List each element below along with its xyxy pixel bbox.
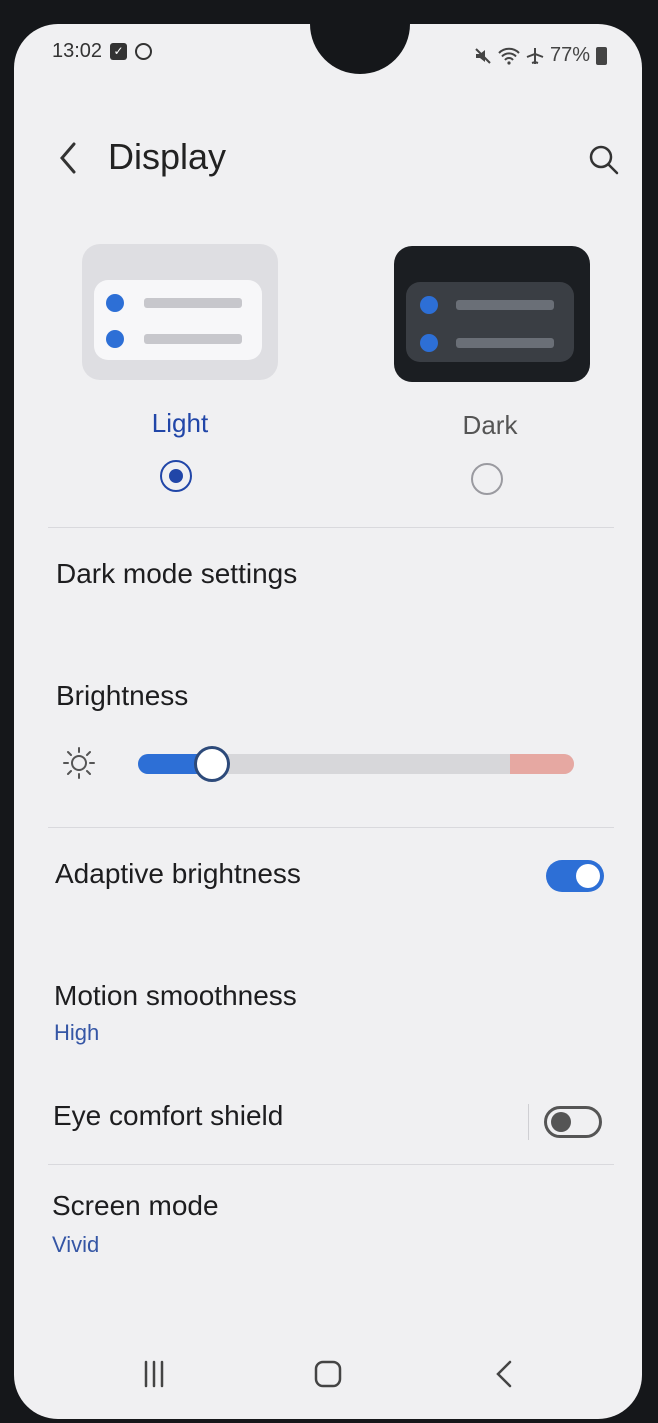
preview-panel [94,280,262,360]
motion-smoothness-value: High [54,1020,100,1045]
sync-icon [135,43,153,60]
preview-dot [106,294,124,312]
preview-line [144,298,242,308]
status-time: 13:02 [52,40,103,62]
battery-icon [596,46,608,65]
page-title: Display [108,136,227,177]
screen-mode-label[interactable]: Screen mode [52,1190,219,1222]
brightness-slider-thumb[interactable] [194,746,230,782]
search-icon [589,145,619,175]
camera-notch [310,24,410,74]
eye-comfort-shield-toggle[interactable] [544,1106,602,1138]
light-theme-label: Light [151,408,209,438]
divider [48,527,614,528]
back-button[interactable] [54,138,84,178]
preview-line [456,338,554,348]
preview-line [456,300,554,310]
dark-theme-label: Dark [462,410,518,440]
home-icon [314,1360,342,1388]
battery-percent: 77% [550,44,591,66]
dark-theme-radio[interactable] [471,463,503,495]
status-bar-right: 77% [474,44,608,67]
home-button[interactable] [308,1354,348,1394]
toggle-divider [528,1104,529,1140]
adaptive-brightness-label: Adaptive brightness [55,858,301,889]
sun-icon [63,747,95,779]
toggle-knob [551,1112,571,1132]
motion-smoothness-label[interactable]: Motion smoothness [54,980,297,1012]
toggle-knob [576,864,600,888]
light-theme-radio[interactable] [160,460,192,492]
recents-icon [144,1360,164,1388]
preview-dot [106,330,124,348]
preview-panel [406,282,574,362]
airplane-icon [526,47,544,64]
screen-mode-value: Vivid [52,1232,100,1257]
search-button[interactable] [586,142,622,178]
back-icon [496,1360,512,1388]
dark-theme-preview[interactable] [394,246,590,382]
nav-back-button[interactable] [486,1354,526,1394]
chevron-left-icon [60,142,76,174]
mute-icon [475,47,491,64]
brightness-slider-high-zone [510,754,574,774]
preview-dot [420,334,438,352]
status-bar-left: 13:02 ✓ [52,40,153,63]
wifi-icon [498,47,520,65]
preview-dot [420,296,438,314]
eye-comfort-shield-label[interactable]: Eye comfort shield [53,1100,283,1132]
divider [48,827,614,828]
preview-line [144,334,242,344]
light-theme-preview[interactable] [82,244,278,380]
divider [48,1164,614,1165]
dark-mode-settings[interactable]: Dark mode settings [56,558,297,590]
phone-screen: 13:02 ✓ 77% Display Light Dark Dark mode… [14,24,642,1419]
checkbox-icon: ✓ [110,43,128,60]
brightness-label: Brightness [56,680,189,711]
recents-button[interactable] [134,1354,174,1394]
adaptive-brightness-toggle[interactable] [546,860,604,892]
